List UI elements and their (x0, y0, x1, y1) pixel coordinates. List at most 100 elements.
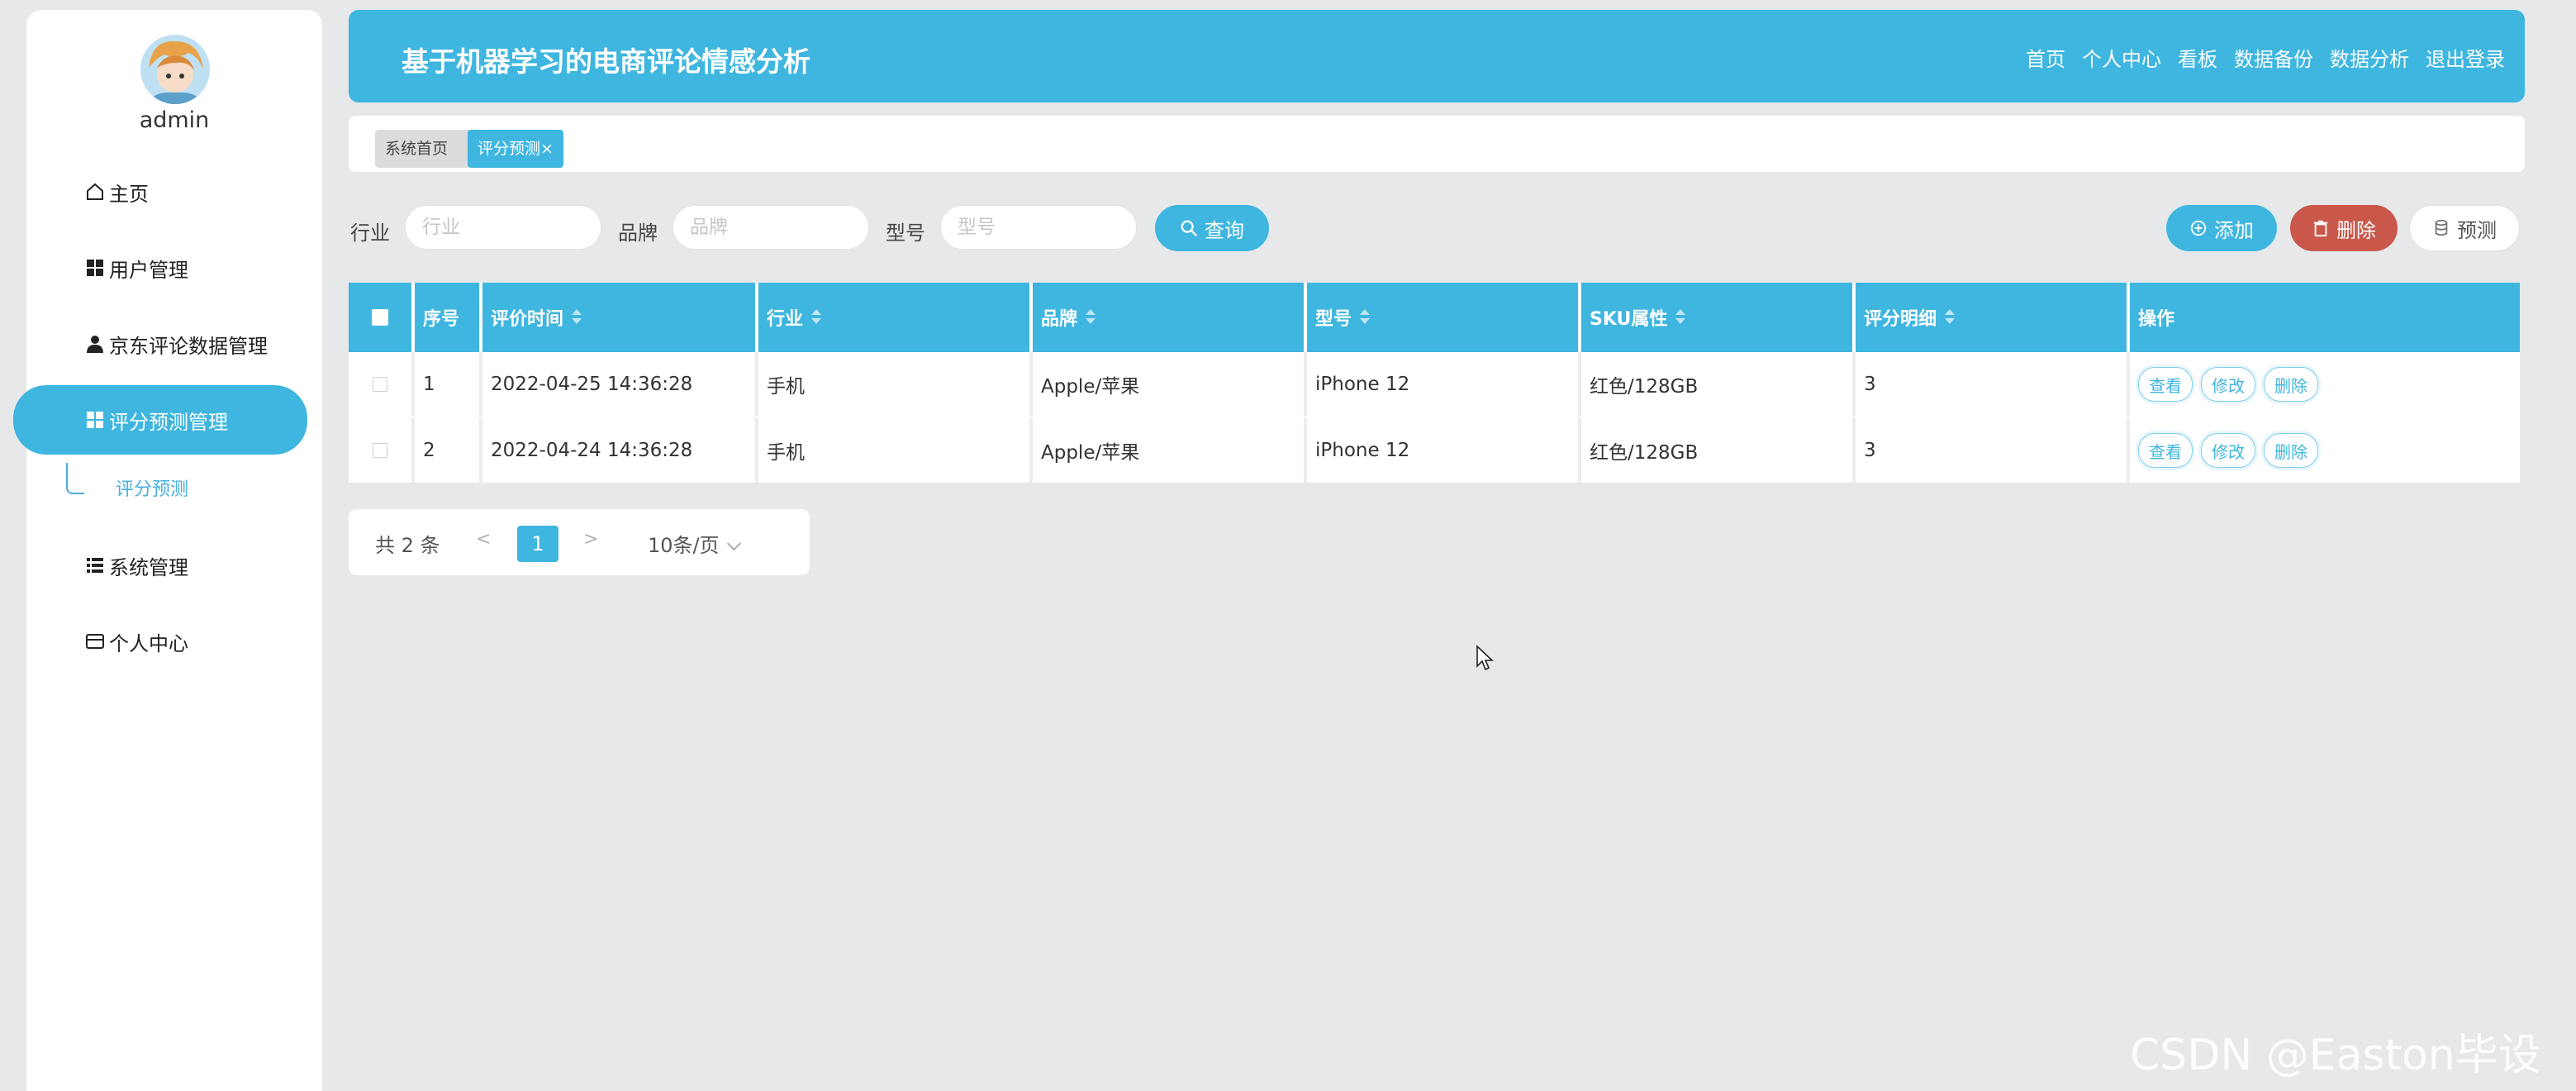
top-link-logout[interactable]: 退出登录 (2426, 43, 2505, 72)
nav-item-label: 个人中心 (109, 631, 188, 655)
row-checkbox-cell (349, 418, 415, 483)
view-button[interactable]: 查看 (2138, 367, 2193, 402)
header-checkbox-cell (349, 283, 415, 352)
sort-icon[interactable] (811, 309, 822, 326)
username: admin (139, 107, 210, 133)
query-button[interactable]: 查询 (1155, 205, 1269, 251)
nav-item-profile[interactable]: 个人中心 (13, 607, 307, 676)
top-link-dashboard[interactable]: 看板 (2178, 43, 2217, 72)
industry-label: 行业 (350, 222, 390, 245)
cell-industry: 手机 (758, 418, 1033, 483)
industry-input[interactable] (405, 205, 601, 250)
nav-item-label: 系统管理 (109, 555, 188, 579)
column-label: 型号 (1315, 309, 1352, 330)
grid-icon (84, 257, 106, 279)
row-delete-button[interactable]: 删除 (2264, 367, 2318, 402)
delete-button[interactable]: 删除 (2290, 205, 2398, 251)
list-icon (84, 555, 106, 576)
nav-item-score-prediction[interactable]: 评分预测管理 (13, 385, 307, 455)
close-icon[interactable]: × (540, 140, 554, 158)
card-icon (84, 631, 106, 652)
top-link-backup[interactable]: 数据备份 (2234, 43, 2313, 72)
sort-icon[interactable] (1360, 309, 1371, 326)
cell-model: iPhone 12 (1307, 418, 1581, 483)
edit-button[interactable]: 修改 (2201, 433, 2255, 468)
cell-time: 2022-04-24 14:36:28 (482, 418, 758, 483)
cell-model: iPhone 12 (1307, 352, 1581, 417)
pagination: 共 2 条 < 1 > 10条/页 (349, 509, 810, 575)
brand-input[interactable] (673, 205, 869, 250)
user-icon (84, 333, 106, 355)
cell-score: 3 (1856, 352, 2130, 417)
tab-label: 评分预测 (478, 140, 541, 158)
column-label: 序号 (423, 309, 460, 330)
site-title: 基于机器学习的电商评论情感分析 (402, 45, 810, 78)
nav-item-label: 评分预测管理 (109, 410, 228, 434)
column-header-brand[interactable]: 品牌 (1033, 283, 1307, 352)
nav-item-label: 用户管理 (109, 258, 188, 282)
row-checkbox-cell (349, 352, 415, 417)
view-button[interactable]: 查看 (2138, 433, 2193, 468)
row-delete-button[interactable]: 删除 (2264, 433, 2318, 468)
table-row: 2 2022-04-24 14:36:28 手机 Apple/苹果 iPhone… (349, 418, 2520, 483)
column-header-actions: 操作 (2130, 283, 2520, 352)
prev-page-icon[interactable]: < (476, 529, 491, 550)
next-page-icon[interactable]: > (583, 529, 598, 550)
page-number-current[interactable]: 1 (517, 526, 558, 562)
database-icon (2435, 219, 2448, 236)
row-checkbox[interactable] (373, 377, 387, 392)
edit-button[interactable]: 修改 (2201, 367, 2255, 402)
top-link-analysis[interactable]: 数据分析 (2330, 43, 2409, 72)
column-label: 品牌 (1041, 309, 1078, 330)
top-link-profile[interactable]: 个人中心 (2082, 43, 2161, 72)
home-icon (84, 181, 106, 202)
search-icon (1181, 220, 1197, 236)
nav-item-label: 京东评论数据管理 (109, 334, 268, 358)
cell-actions: 查看 修改 删除 (2130, 352, 2520, 417)
page-size-select[interactable]: 10条/页 (648, 529, 741, 558)
sort-icon[interactable] (1086, 309, 1096, 326)
tabs-bar: 系统首页 评分预测× (349, 116, 2525, 172)
top-nav: 首页 个人中心 看板 数据备份 数据分析 退出登录 (2026, 43, 2505, 72)
select-all-checkbox[interactable] (372, 309, 388, 326)
delete-button-label: 删除 (2336, 218, 2376, 242)
cell-time: 2022-04-25 14:36:28 (482, 352, 758, 417)
avatar[interactable] (140, 35, 210, 104)
column-label: 操作 (2138, 309, 2175, 330)
cell-brand: Apple/苹果 (1033, 418, 1307, 483)
submenu-connector (66, 463, 84, 494)
cell-index: 2 (415, 418, 482, 483)
top-link-home[interactable]: 首页 (2026, 43, 2065, 72)
column-header-index: 序号 (415, 283, 482, 352)
watermark: CSDN @Easton毕设 (2130, 1031, 2541, 1080)
nav-item-system[interactable]: 系统管理 (13, 531, 307, 600)
column-header-industry[interactable]: 行业 (758, 283, 1033, 352)
model-label: 型号 (886, 222, 925, 245)
predict-button[interactable]: 预测 (2409, 205, 2520, 251)
sort-icon[interactable] (1945, 309, 1956, 326)
add-button[interactable]: 添加 (2166, 205, 2277, 251)
column-header-time[interactable]: 评价时间 (482, 283, 758, 352)
tab-label: 系统首页 (385, 140, 449, 158)
sort-icon[interactable] (572, 309, 582, 326)
model-input[interactable] (940, 205, 1137, 250)
submenu-item-score-prediction[interactable]: 评分预测 (116, 474, 188, 501)
sort-icon[interactable] (1675, 309, 1686, 326)
brand-label: 品牌 (618, 222, 658, 245)
column-header-model[interactable]: 型号 (1307, 283, 1581, 352)
column-header-score[interactable]: 评分明细 (1856, 283, 2130, 352)
table-header: 序号 评价时间 行业 品牌 型号 SKU属性 评分明细 操作 (349, 283, 2520, 352)
column-header-sku[interactable]: SKU属性 (1581, 283, 1856, 352)
column-label: 评分明细 (1864, 309, 1937, 330)
trash-icon (2313, 220, 2328, 237)
chevron-down-icon (726, 536, 741, 551)
nav-item-user-management[interactable]: 用户管理 (13, 233, 307, 303)
nav-item-home[interactable]: 主页 (13, 157, 307, 226)
tab-system-home[interactable]: 系统首页 (375, 130, 476, 168)
nav-item-jd-comments[interactable]: 京东评论数据管理 (13, 309, 307, 379)
add-button-label: 添加 (2214, 218, 2254, 242)
predict-button-label: 预测 (2457, 218, 2497, 242)
tab-score-prediction[interactable]: 评分预测× (468, 130, 563, 168)
cell-score: 3 (1856, 418, 2130, 483)
row-checkbox[interactable] (373, 443, 387, 458)
